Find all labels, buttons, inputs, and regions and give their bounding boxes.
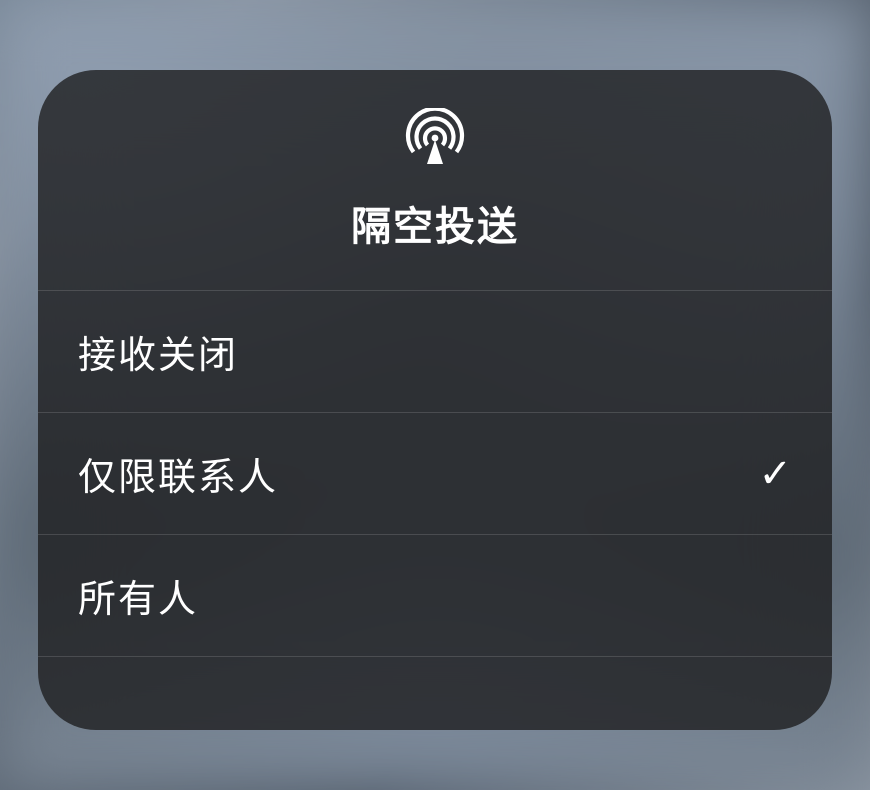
- option-contacts-only[interactable]: 仅限联系人 ✓: [38, 413, 832, 535]
- option-label: 仅限联系人: [78, 446, 278, 501]
- option-label: 接收关闭: [78, 324, 238, 379]
- airdrop-settings-panel: 隔空投送 接收关闭 ✓ 仅限联系人 ✓ 所有人 ✓: [38, 70, 832, 730]
- option-receiving-off[interactable]: 接收关闭 ✓: [38, 291, 832, 413]
- checkmark-icon: ✓: [758, 451, 792, 497]
- panel-title: 隔空投送: [351, 194, 519, 252]
- options-list: 接收关闭 ✓ 仅限联系人 ✓ 所有人 ✓: [38, 291, 832, 730]
- option-everyone[interactable]: 所有人 ✓: [38, 535, 832, 657]
- panel-header: 隔空投送: [38, 70, 832, 291]
- option-label: 所有人: [78, 568, 198, 623]
- airdrop-icon: [405, 108, 465, 168]
